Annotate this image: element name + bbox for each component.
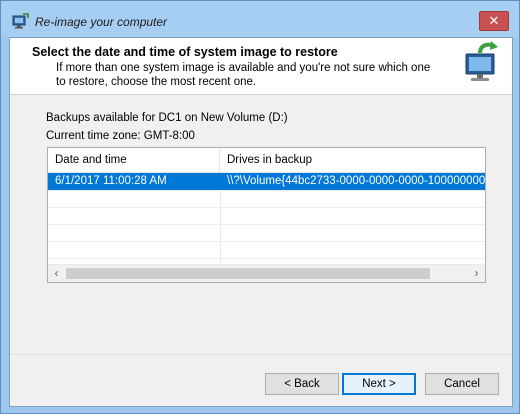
footer-divider	[10, 354, 512, 355]
scroll-left-arrow-icon[interactable]: ‹	[48, 265, 65, 282]
dialog-body: Select the date and time of system image…	[9, 37, 513, 407]
wizard-header: Select the date and time of system image…	[10, 38, 512, 95]
backup-list[interactable]: Date and time Drives in backup 6/1/2017 …	[47, 147, 486, 283]
next-button[interactable]: Next >	[342, 373, 416, 395]
close-button[interactable]: ✕	[479, 11, 509, 31]
row-divider	[48, 258, 485, 259]
back-button[interactable]: < Back	[265, 373, 339, 395]
row-divider	[48, 190, 485, 191]
scroll-thumb[interactable]	[66, 268, 430, 279]
row-divider	[48, 224, 485, 225]
cell-drives: \\?\Volume{44bc2733-0000-0000-0000-10000…	[227, 175, 485, 187]
computer-restore-icon	[465, 41, 498, 81]
row-divider	[48, 241, 485, 242]
window-title: Re-image your computer	[35, 15, 168, 29]
reimage-app-icon	[12, 13, 29, 29]
column-header-drives[interactable]: Drives in backup	[220, 148, 485, 172]
horizontal-scrollbar[interactable]: ‹ ›	[48, 264, 485, 282]
row-divider	[48, 207, 485, 208]
cancel-button[interactable]: Cancel	[425, 373, 499, 395]
table-row[interactable]: 6/1/2017 11:00:28 AM \\?\Volume{44bc2733…	[48, 173, 485, 190]
table-header: Date and time Drives in backup	[48, 148, 485, 173]
page-title: Select the date and time of system image…	[32, 45, 338, 59]
title-bar[interactable]: Re-image your computer ✕	[1, 1, 519, 37]
backups-available-label: Backups available for DC1 on New Volume …	[46, 112, 288, 124]
page-description: If more than one system image is availab…	[56, 62, 431, 88]
cell-date-time: 6/1/2017 11:00:28 AM	[55, 175, 167, 187]
column-header-date[interactable]: Date and time	[48, 148, 220, 172]
timezone-label: Current time zone: GMT-8:00	[46, 130, 195, 142]
scroll-right-arrow-icon[interactable]: ›	[468, 265, 485, 282]
dialog-window: Re-image your computer ✕ Select the date…	[0, 0, 520, 414]
